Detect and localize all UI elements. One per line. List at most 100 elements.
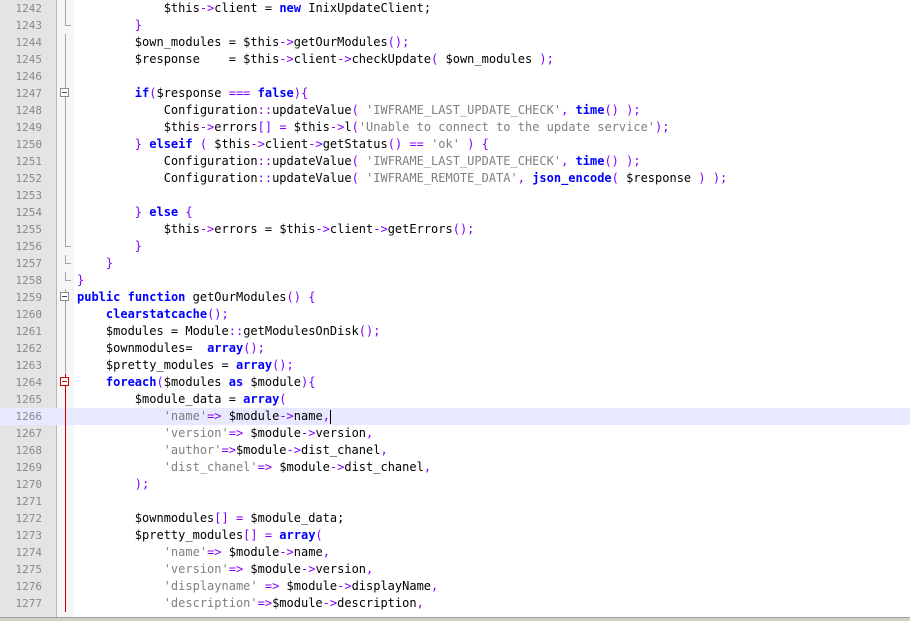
code-token: InixUpdateClient; xyxy=(301,1,432,15)
line-number: 1242 xyxy=(15,2,43,15)
code-line[interactable]: 1276 'displayname' => $module->displayNa… xyxy=(0,578,910,595)
code-token: (); xyxy=(243,341,265,355)
code-line[interactable]: 1262 $ownmodules= array(); xyxy=(0,340,910,357)
code-line[interactable]: 1254 } else { xyxy=(0,204,910,221)
line-number: 1259 xyxy=(15,291,43,304)
code-line[interactable]: 1259 public function getOurModules() { xyxy=(0,289,910,306)
code-token: elseif xyxy=(149,137,193,151)
code-line[interactable]: 1252 Configuration::updateValue( 'IWFRAM… xyxy=(0,170,910,187)
code-token: $module xyxy=(235,443,287,457)
code-token: ( xyxy=(192,137,215,151)
code-token: ( xyxy=(351,120,359,134)
code-token: { xyxy=(178,205,193,219)
code-token: $pretty_modules = xyxy=(105,358,236,372)
code-token: client = xyxy=(214,1,280,15)
code-line[interactable]: 1269 'dist_chanel'=> $module->dist_chane… xyxy=(0,459,910,476)
code-line[interactable]: 1258} xyxy=(0,272,910,289)
code-token: -> xyxy=(315,222,330,236)
code-line[interactable]: 1268 'author'=>$module->dist_chanel, xyxy=(0,442,910,459)
code-line[interactable]: 1256 } xyxy=(0,238,910,255)
code-line[interactable]: 1253 xyxy=(0,187,910,204)
code-line[interactable]: 1271 xyxy=(0,493,910,510)
line-number: 1269 xyxy=(15,461,43,474)
line-number: 1253 xyxy=(15,189,43,202)
code-line[interactable]: 1274 'name'=> $module->name, xyxy=(0,544,910,561)
code-token: name xyxy=(293,409,323,423)
code-token: $module xyxy=(228,545,280,559)
code-line[interactable]: 1263 $pretty_modules = array(); xyxy=(0,357,910,374)
line-number: 1272 xyxy=(15,512,43,525)
fold-toggle-icon[interactable] xyxy=(57,85,74,102)
code-token: 'author' xyxy=(163,443,222,457)
code-text: Configuration::updateValue( 'IWFRAME_LAS… xyxy=(77,153,641,170)
code-text: } xyxy=(77,17,142,34)
code-token: ( xyxy=(351,171,367,185)
code-text: $ownmodules[] = $module_data; xyxy=(77,510,345,527)
code-line[interactable]: 1260 clearstatcache(); xyxy=(0,306,910,323)
code-token: $response = $this xyxy=(134,52,280,66)
code-line[interactable]: 1272 $ownmodules[] = $module_data; xyxy=(0,510,910,527)
code-line[interactable]: 1264 foreach($modules as $module){ xyxy=(0,374,910,391)
code-line[interactable]: 1267 'version'=> $module->version, xyxy=(0,425,910,442)
code-line[interactable]: 1277 'description'=>$module->description… xyxy=(0,595,910,612)
code-token: -> xyxy=(279,35,294,49)
code-text: } else { xyxy=(77,204,193,221)
code-line[interactable]: 1251 Configuration::updateValue( 'IWFRAM… xyxy=(0,153,910,170)
code-line[interactable]: 1275 'version'=> $module->version, xyxy=(0,561,910,578)
code-line[interactable]: 1246 xyxy=(0,68,910,85)
code-token: public xyxy=(77,290,121,304)
code-token: } xyxy=(134,205,150,219)
code-token: $modules xyxy=(163,375,229,389)
code-line[interactable]: 1261 $modules = Module::getModulesOnDisk… xyxy=(0,323,910,340)
fold-toggle-icon[interactable] xyxy=(57,289,74,306)
code-token: getErrors xyxy=(387,222,453,236)
code-token: getModulesOnDisk xyxy=(243,324,359,338)
fold-line xyxy=(57,340,74,357)
code-text: $this->errors = $this->client->getErrors… xyxy=(77,221,475,238)
code-line[interactable]: 1245 $response = $this->client->checkUpd… xyxy=(0,51,910,68)
code-line[interactable]: 1243 } xyxy=(0,17,910,34)
code-token: -> xyxy=(337,579,352,593)
code-text: foreach($modules as $module){ xyxy=(77,374,316,391)
code-token: $this xyxy=(279,222,316,236)
code-token: -> xyxy=(322,596,338,610)
code-line[interactable]: 1249 $this->errors[] = $this->l('Unable … xyxy=(0,119,910,136)
code-line[interactable]: 1265 $module_data = array( xyxy=(0,391,910,408)
code-token: $module xyxy=(286,579,338,593)
code-token: -> xyxy=(329,460,345,474)
code-editor[interactable]: 1242 $this->client = new InixUpdateClien… xyxy=(0,0,910,617)
code-token: -> xyxy=(373,222,388,236)
code-token: updateValue xyxy=(272,154,352,168)
fold-line xyxy=(57,493,74,510)
code-line[interactable]: 1266 'name'=> $module->name, xyxy=(0,408,910,425)
code-line[interactable]: 1250 } elseif ( $this->client->getStatus… xyxy=(0,136,910,153)
line-number: 1247 xyxy=(15,87,43,100)
code-line[interactable]: 1242 $this->client = new InixUpdateClien… xyxy=(0,0,910,17)
code-line[interactable]: 1273 $pretty_modules[] = array( xyxy=(0,527,910,544)
line-number: 1256 xyxy=(15,240,43,253)
code-token: $own_modules = $this xyxy=(134,35,280,49)
code-line[interactable]: 1244 $own_modules = $this->getOurModules… xyxy=(0,34,910,51)
code-token: => xyxy=(257,596,273,610)
code-token: => xyxy=(207,409,229,423)
line-number: 1257 xyxy=(15,257,43,270)
code-token: ( xyxy=(611,171,627,185)
code-token: $this xyxy=(163,120,200,134)
code-line[interactable]: 1270 ); xyxy=(0,476,910,493)
line-number: 1273 xyxy=(15,529,43,542)
fold-toggle-icon[interactable] xyxy=(57,374,74,391)
horizontal-scrollbar[interactable] xyxy=(0,617,910,621)
fold-line xyxy=(57,544,74,561)
code-token: $pretty_modules xyxy=(134,528,244,542)
code-text: if($response === false){ xyxy=(77,85,308,102)
code-token: => xyxy=(228,562,251,576)
code-token: $response xyxy=(156,86,229,100)
code-line[interactable]: 1255 $this->errors = $this->client->getE… xyxy=(0,221,910,238)
code-line[interactable]: 1247 if($response === false){ xyxy=(0,85,910,102)
code-line[interactable]: 1257 } xyxy=(0,255,910,272)
code-line[interactable]: 1248 Configuration::updateValue( 'IWFRAM… xyxy=(0,102,910,119)
